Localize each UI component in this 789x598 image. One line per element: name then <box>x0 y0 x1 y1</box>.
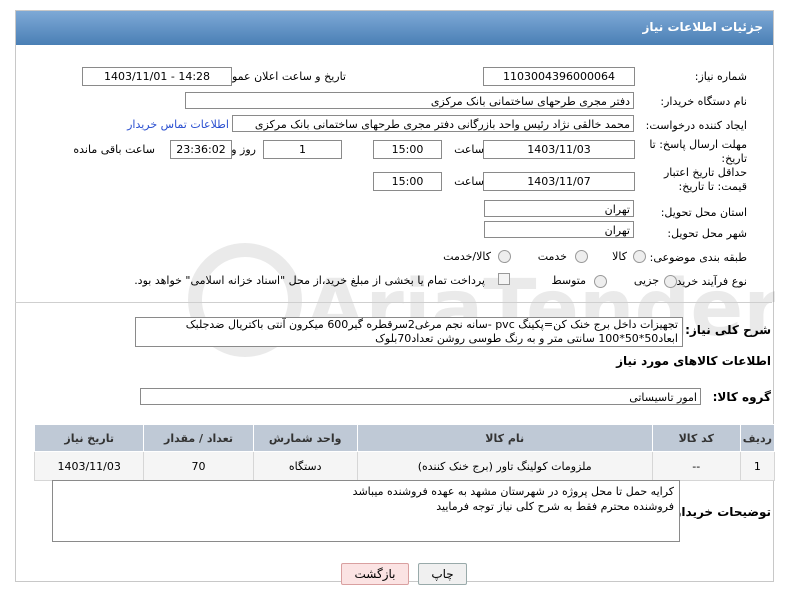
contact-info-link[interactable]: اطلاعات تماس خریدار <box>127 118 229 131</box>
process-note: پرداخت تمام یا بخشی از مبلغ خرید،از محل … <box>134 274 485 287</box>
process-radio-medium[interactable] <box>594 275 607 288</box>
cell-code: -- <box>651 451 741 481</box>
deadline-time-label: ساعت <box>454 143 484 156</box>
description-label: شرح کلی نیاز: <box>685 323 771 337</box>
cell-date: 1403/11/03 <box>33 451 145 481</box>
divider <box>15 302 772 303</box>
deadline-label: مهلت ارسال پاسخ: تا تاریخ: <box>649 138 747 165</box>
goods-group-field: امور تاسیساتی <box>140 388 701 405</box>
city-field: تهران <box>484 221 634 238</box>
cell-name: ملزومات کولینگ تاور (برج خنک کننده) <box>356 451 653 481</box>
description-line-2: ابعاد50*50*100 سانتی متر و به رنگ طوسی ر… <box>375 332 678 345</box>
description-textarea[interactable]: تجهیزات داخل برج خنک کن=پکینگ pvc -سانه … <box>135 317 683 347</box>
province-field: تهران <box>484 200 634 217</box>
print-button[interactable]: چاپ <box>418 563 467 585</box>
creator-field: محمد خالقی نژاد رئیس واحد بازرگانی دفتر … <box>232 115 634 132</box>
table-row: 1 -- ملزومات کولینگ تاور (برج خنک کننده)… <box>33 451 776 481</box>
category-radio-both[interactable] <box>498 250 511 263</box>
panel-header: جزئیات اطلاعات نیاز <box>16 11 773 45</box>
process-label: نوع فرآیند خرید : <box>669 275 747 288</box>
goods-table: ردیف کد کالا نام کالا واحد شمارش تعداد /… <box>33 424 776 481</box>
cell-quantity: 70 <box>143 451 254 481</box>
price-valid-date-field: 1403/11/07 <box>483 172 635 191</box>
category-option-goods: کالا <box>612 250 627 263</box>
goods-info-title: اطلاعات کالاهای مورد نیاز <box>616 354 771 368</box>
days-label: روز و <box>231 143 256 156</box>
cell-unit: دستگاه <box>252 451 358 481</box>
process-radio-minor[interactable] <box>664 275 677 288</box>
need-number-field: 1103004396000064 <box>483 67 635 86</box>
process-option-medium: متوسط <box>551 274 586 287</box>
treasury-checkbox[interactable] <box>498 273 510 285</box>
cell-row-number: 1 <box>739 451 776 481</box>
buyer-org-field: دفتر مجری طرحهای ساختمانی بانک مرکزی <box>185 92 634 109</box>
price-valid-label: حداقل تاریخ اعتبار قیمت: تا تاریخ: <box>663 166 747 193</box>
notes-label: توضیحات خریدار: <box>669 505 771 519</box>
deadline-date-field: 1403/11/03 <box>483 140 635 159</box>
city-label: شهر محل تحویل: <box>667 227 747 240</box>
page-title: جزئیات اطلاعات نیاز <box>642 20 763 34</box>
col-name: نام کالا <box>356 424 653 452</box>
notes-line-2: فروشنده محترم فقط به شرح کلی نیاز توجه ف… <box>436 500 674 513</box>
col-quantity: تعداد / مقدار <box>143 424 254 452</box>
days-field: 1 <box>263 140 342 159</box>
goods-group-label: گروه کالا: <box>712 390 771 404</box>
category-option-service: خدمت <box>537 250 567 263</box>
back-button[interactable]: بازگشت <box>341 563 409 585</box>
category-radio-goods[interactable] <box>633 250 646 263</box>
announce-field: 1403/11/01 - 14:28 <box>82 67 232 86</box>
col-code: کد کالا <box>651 424 741 452</box>
category-option-both: کالا/خدمت <box>443 250 491 263</box>
remaining-time-field: 23:36:02 <box>170 140 232 159</box>
notes-textarea[interactable]: کرایه حمل تا محل پروژه در شهرستان مشهد ب… <box>52 480 680 542</box>
announce-label: تاریخ و ساعت اعلان عمومی: <box>213 70 346 83</box>
col-unit: واحد شمارش <box>252 424 358 452</box>
description-line-1: تجهیزات داخل برج خنک کن=پکینگ pvc -سانه … <box>185 318 678 331</box>
process-option-minor: جزیی <box>633 274 659 287</box>
category-label: طبقه بندی موضوعی: <box>649 251 747 264</box>
price-valid-time-label: ساعت <box>454 175 484 188</box>
col-row-number: ردیف <box>739 424 776 452</box>
category-radio-service[interactable] <box>575 250 588 263</box>
notes-line-1: کرایه حمل تا محل پروژه در شهرستان مشهد ب… <box>352 485 674 498</box>
col-date: تاریخ نیاز <box>33 424 145 452</box>
price-valid-time-field: 15:00 <box>373 172 442 191</box>
need-number-label: شماره نیاز: <box>694 70 747 83</box>
deadline-time-field: 15:00 <box>373 140 442 159</box>
buyer-org-label: نام دستگاه خریدار: <box>660 95 747 108</box>
table-header-row: ردیف کد کالا نام کالا واحد شمارش تعداد /… <box>33 424 776 452</box>
creator-label: ایجاد کننده درخواست: <box>645 119 747 132</box>
remaining-label: ساعت باقی مانده <box>73 143 155 156</box>
province-label: استان محل تحویل: <box>660 206 747 219</box>
